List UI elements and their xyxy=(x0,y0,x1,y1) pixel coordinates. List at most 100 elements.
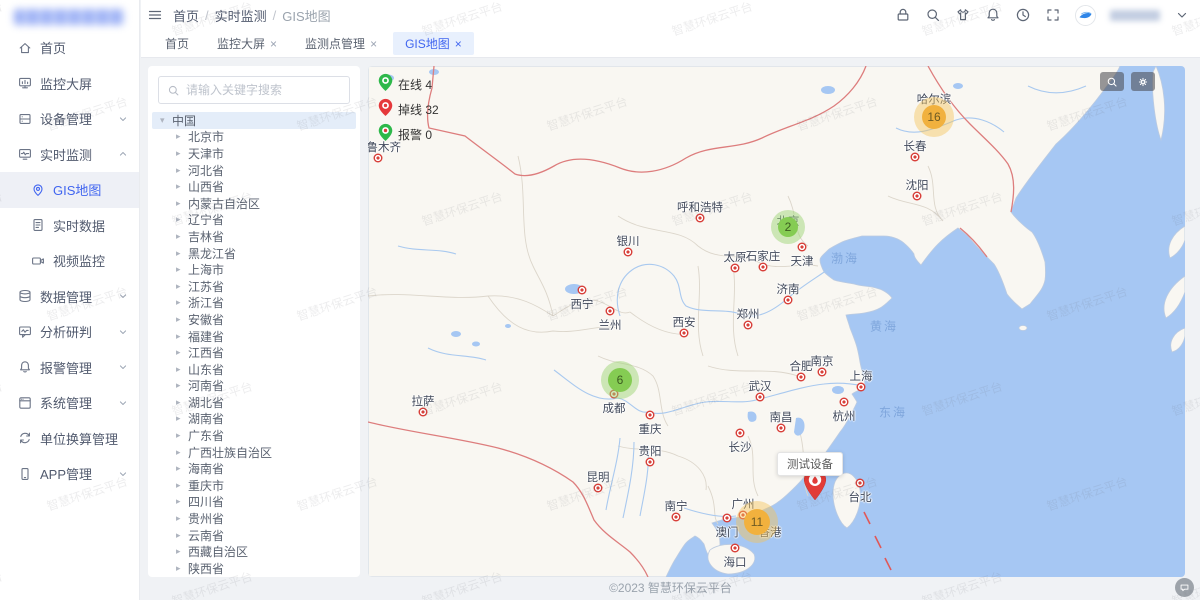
caret-right-icon[interactable]: ▸ xyxy=(176,347,188,358)
tree-node-root[interactable]: ▾中国 xyxy=(152,112,356,129)
caret-right-icon[interactable]: ▸ xyxy=(176,198,188,209)
tree-node-3[interactable]: ▸山西省 xyxy=(152,178,356,195)
user-chevron-down-icon[interactable] xyxy=(1174,7,1190,23)
tab-3[interactable]: GIS地图× xyxy=(393,32,474,55)
search-input[interactable] xyxy=(186,83,341,97)
sidebar-item-4[interactable]: GIS地图 xyxy=(0,172,139,208)
tree-node-16[interactable]: ▸湖北省 xyxy=(152,394,356,411)
tree-node-24[interactable]: ▸云南省 xyxy=(152,527,356,544)
caret-right-icon[interactable]: ▸ xyxy=(176,430,188,441)
search-icon[interactable] xyxy=(925,7,941,23)
tree-node-15[interactable]: ▸河南省 xyxy=(152,378,356,395)
city-marker xyxy=(578,286,587,295)
caret-right-icon[interactable]: ▸ xyxy=(176,480,188,491)
tree-node-5[interactable]: ▸辽宁省 xyxy=(152,212,356,229)
bell-icon[interactable] xyxy=(985,7,1001,23)
chat-bubble-button[interactable] xyxy=(1175,578,1194,597)
tree-node-4[interactable]: ▸内蒙古自治区 xyxy=(152,195,356,212)
caret-right-icon[interactable]: ▸ xyxy=(176,331,188,342)
tree-node-0[interactable]: ▸北京市 xyxy=(152,129,356,146)
tree-node-1[interactable]: ▸天津市 xyxy=(152,145,356,162)
chevron-down-icon xyxy=(117,326,129,338)
sidebar-item-11[interactable]: 单位换算管理 xyxy=(0,421,139,457)
tab-1[interactable]: 监控大屏× xyxy=(205,32,289,55)
caret-right-icon[interactable]: ▸ xyxy=(176,264,188,275)
breadcrumb-item-1[interactable]: 实时监测 xyxy=(215,6,267,25)
caret-right-icon[interactable]: ▸ xyxy=(176,413,188,424)
tree-node-19[interactable]: ▸广西壮族自治区 xyxy=(152,444,356,461)
theme-shirt-icon[interactable] xyxy=(955,7,971,23)
tree-node-25[interactable]: ▸西藏自治区 xyxy=(152,543,356,560)
hamburger-icon[interactable] xyxy=(147,7,163,23)
sidebar-item-6[interactable]: 视频监控 xyxy=(0,243,139,279)
tree-node-12[interactable]: ▸福建省 xyxy=(152,328,356,345)
tree-node-23[interactable]: ▸贵州省 xyxy=(152,510,356,527)
sidebar-item-1[interactable]: 监控大屏 xyxy=(0,66,139,102)
sidebar-item-7[interactable]: 数据管理 xyxy=(0,279,139,315)
tree-node-8[interactable]: ▸上海市 xyxy=(152,261,356,278)
tab-2[interactable]: 监测点管理× xyxy=(293,32,389,55)
sidebar-item-9[interactable]: 报警管理 xyxy=(0,350,139,386)
cluster-marker-11[interactable]: 11 xyxy=(744,509,770,535)
tree-node-26[interactable]: ▸陕西省 xyxy=(152,560,356,577)
tree-node-7[interactable]: ▸黑龙江省 xyxy=(152,245,356,262)
sidebar-item-8[interactable]: 分析研判 xyxy=(0,314,139,350)
fullscreen-icon[interactable] xyxy=(1045,7,1061,23)
clock-icon[interactable] xyxy=(1015,7,1031,23)
lock-icon[interactable] xyxy=(895,7,911,23)
user-avatar[interactable] xyxy=(1075,5,1096,26)
caret-right-icon[interactable]: ▸ xyxy=(176,364,188,375)
map-search-button[interactable] xyxy=(1100,72,1124,91)
caret-right-icon[interactable]: ▸ xyxy=(176,463,188,474)
sea-label: 东海 xyxy=(879,404,907,421)
caret-down-icon[interactable]: ▾ xyxy=(160,115,172,126)
tree-node-20[interactable]: ▸海南省 xyxy=(152,460,356,477)
tree-node-6[interactable]: ▸吉林省 xyxy=(152,228,356,245)
sidebar-item-10[interactable]: 系统管理 xyxy=(0,385,139,421)
cluster-marker-2[interactable]: 2 xyxy=(778,217,798,237)
cluster-marker-16[interactable]: 16 xyxy=(922,105,946,129)
caret-right-icon[interactable]: ▸ xyxy=(176,297,188,308)
sidebar-item-12[interactable]: APP管理 xyxy=(0,456,139,492)
caret-right-icon[interactable]: ▸ xyxy=(176,513,188,524)
caret-right-icon[interactable]: ▸ xyxy=(176,231,188,242)
caret-right-icon[interactable]: ▸ xyxy=(176,214,188,225)
tree-node-10[interactable]: ▸浙江省 xyxy=(152,295,356,312)
caret-right-icon[interactable]: ▸ xyxy=(176,181,188,192)
caret-right-icon[interactable]: ▸ xyxy=(176,546,188,557)
caret-right-icon[interactable]: ▸ xyxy=(176,530,188,541)
tree-node-13[interactable]: ▸江西省 xyxy=(152,344,356,361)
tree-node-9[interactable]: ▸江苏省 xyxy=(152,278,356,295)
tree-node-18[interactable]: ▸广东省 xyxy=(152,427,356,444)
sidebar-item-0[interactable]: 首页 xyxy=(0,30,139,66)
tree-node-22[interactable]: ▸四川省 xyxy=(152,494,356,511)
tree-node-17[interactable]: ▸湖南省 xyxy=(152,411,356,428)
caret-right-icon[interactable]: ▸ xyxy=(176,397,188,408)
caret-right-icon[interactable]: ▸ xyxy=(176,131,188,142)
sidebar-item-5[interactable]: 实时数据 xyxy=(0,208,139,244)
caret-right-icon[interactable]: ▸ xyxy=(176,248,188,259)
caret-right-icon[interactable]: ▸ xyxy=(176,380,188,391)
caret-right-icon[interactable]: ▸ xyxy=(176,496,188,507)
breadcrumb-item-0[interactable]: 首页 xyxy=(173,6,199,25)
caret-right-icon[interactable]: ▸ xyxy=(176,447,188,458)
caret-right-icon[interactable]: ▸ xyxy=(176,314,188,325)
gis-map[interactable]: 乌鲁木齐哈尔滨长春沈阳呼和浩特北京银川太原石家庄天津济南西宁兰州西安郑州合肥南京… xyxy=(368,66,1185,577)
caret-right-icon[interactable]: ▸ xyxy=(176,281,188,292)
cluster-marker-6[interactable]: 6 xyxy=(608,368,632,392)
tab-close-icon[interactable]: × xyxy=(270,38,277,50)
tree-node-2[interactable]: ▸河北省 xyxy=(152,162,356,179)
tab-close-icon[interactable]: × xyxy=(455,38,462,50)
sidebar-item-3[interactable]: 实时监测 xyxy=(0,137,139,173)
tree-node-11[interactable]: ▸安徽省 xyxy=(152,311,356,328)
caret-right-icon[interactable]: ▸ xyxy=(176,563,188,574)
tab-0[interactable]: 首页 xyxy=(153,32,201,55)
city-label: 天津 xyxy=(791,253,814,269)
tab-close-icon[interactable]: × xyxy=(370,38,377,50)
caret-right-icon[interactable]: ▸ xyxy=(176,148,188,159)
caret-right-icon[interactable]: ▸ xyxy=(176,165,188,176)
tree-node-14[interactable]: ▸山东省 xyxy=(152,361,356,378)
sidebar-item-2[interactable]: 设备管理 xyxy=(0,101,139,137)
tree-node-21[interactable]: ▸重庆市 xyxy=(152,477,356,494)
map-gear-button[interactable] xyxy=(1131,72,1155,91)
